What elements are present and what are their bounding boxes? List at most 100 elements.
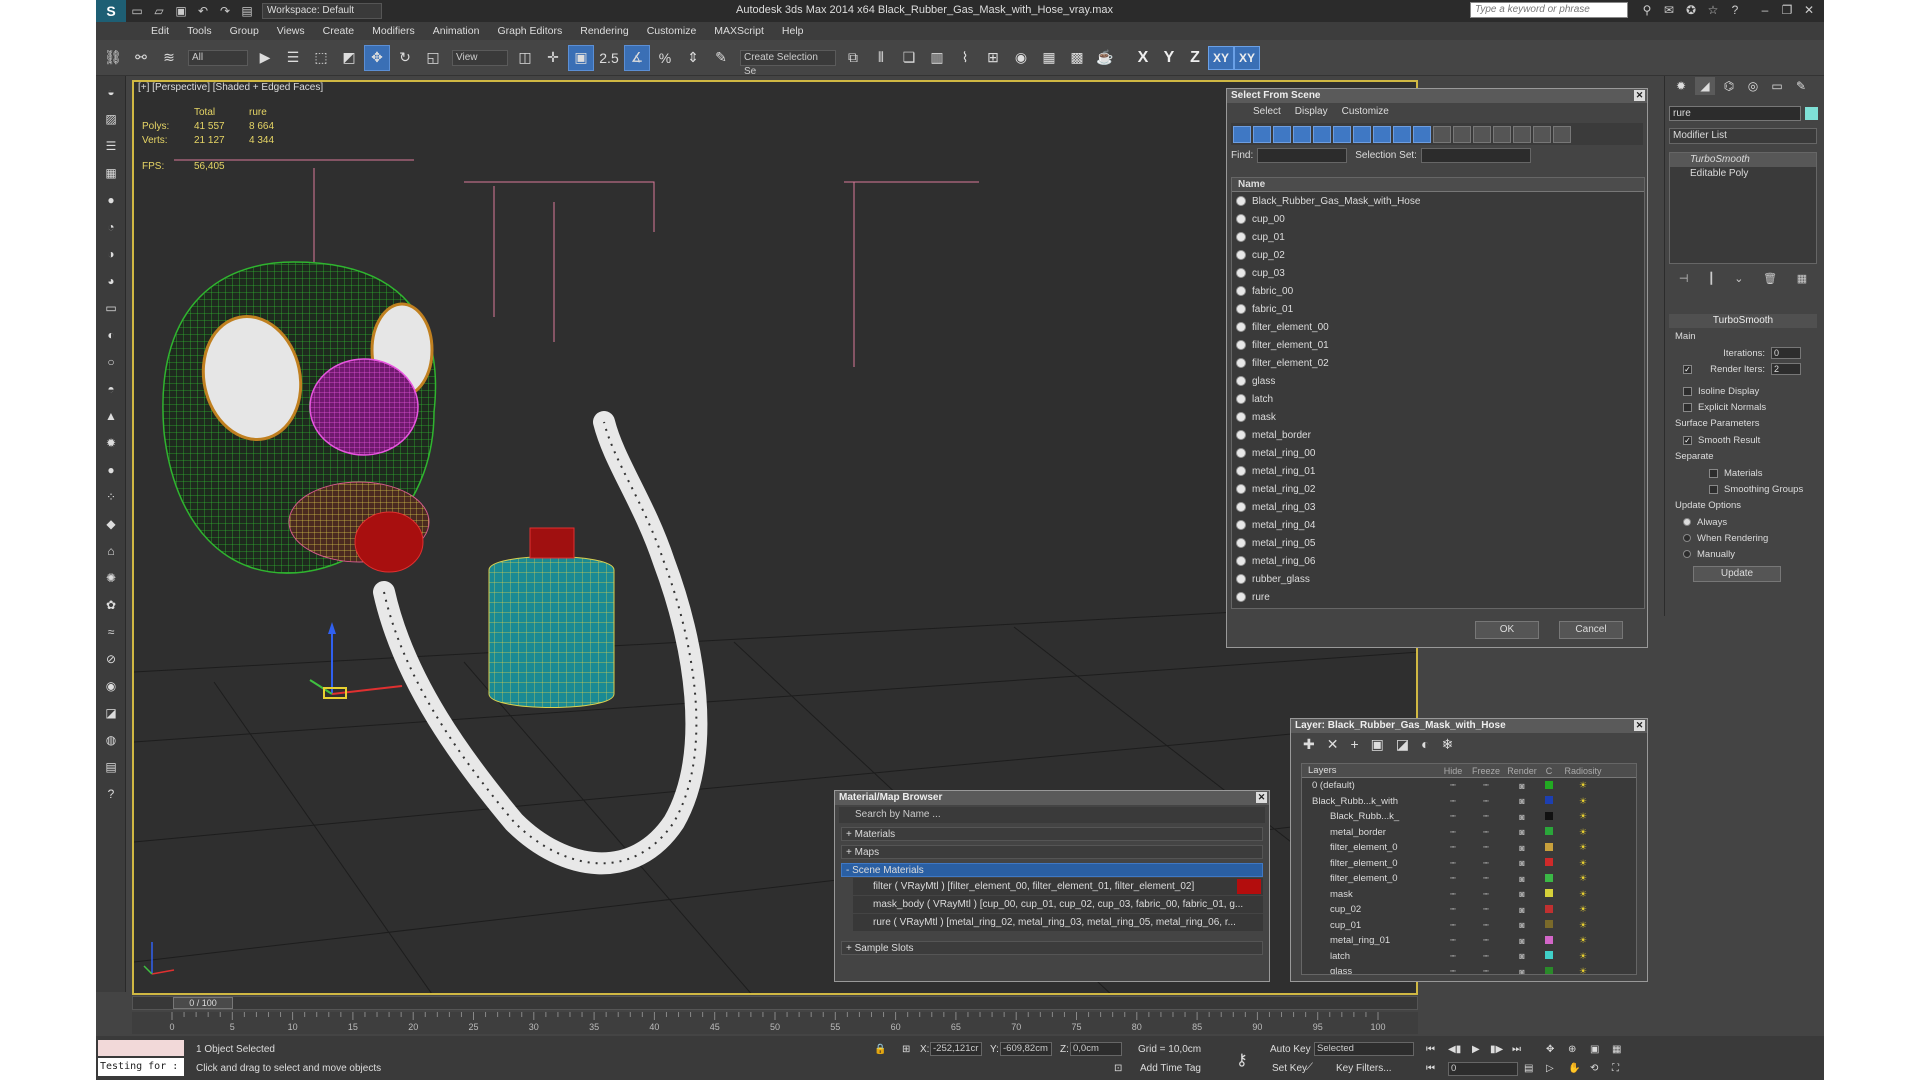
graphite-ribbon-icon[interactable]: ▥: [924, 45, 950, 71]
update-button[interactable]: Update: [1693, 566, 1781, 582]
display-hidden-icon[interactable]: [1453, 125, 1471, 143]
freeze-toggle[interactable]: ┉: [1468, 780, 1504, 791]
undo-icon[interactable]: ↶: [192, 1, 214, 21]
subscription-icon[interactable]: ✉: [1658, 0, 1680, 20]
layer-row[interactable]: mask ┉ ┉ ◙ ☀: [1302, 887, 1636, 903]
zoom-extents-icon[interactable]: ▣: [1590, 1044, 1599, 1055]
remove-modifier-icon[interactable]: 🗑: [1763, 272, 1777, 288]
explicit-normals-checkbox[interactable]: [1683, 402, 1692, 412]
render-toggle[interactable]: ◙: [1504, 796, 1540, 806]
radiosity-icon[interactable]: ☀: [1558, 966, 1608, 974]
time-config-icon[interactable]: ▤: [1524, 1063, 1533, 1074]
cloth-icon[interactable]: ⊘: [100, 648, 122, 670]
sfs-menu-customize[interactable]: Customize: [1342, 106, 1403, 117]
col-layers[interactable]: Layers: [1302, 764, 1438, 777]
layer-color-cell[interactable]: [1540, 796, 1558, 806]
layer-row[interactable]: Black_Rubb...k_ ┉ ┉ ◙ ☀: [1302, 809, 1636, 825]
create-tab-icon[interactable]: ✹: [1671, 77, 1691, 95]
render-toggle[interactable]: ◙: [1504, 951, 1540, 961]
go-to-start-icon[interactable]: ⏮: [1426, 1044, 1435, 1055]
snaps-toggle-icon[interactable]: 2.5: [596, 45, 622, 71]
render-toggle[interactable]: ◙: [1504, 967, 1540, 974]
absolute-mode-icon[interactable]: ⊞: [902, 1044, 910, 1055]
freeze-toggle[interactable]: ┉: [1468, 827, 1504, 838]
sfs-menu-select[interactable]: Select: [1227, 106, 1295, 117]
key-icon[interactable]: ⚷: [1236, 1050, 1248, 1070]
menu-modifiers[interactable]: Modifiers: [363, 25, 424, 37]
display-geometry-icon[interactable]: [1233, 125, 1251, 143]
ok-button[interactable]: OK: [1475, 621, 1539, 639]
layer-name[interactable]: latch: [1302, 951, 1438, 962]
particles-icon[interactable]: ⁘: [100, 486, 122, 508]
menu-tools[interactable]: Tools: [178, 25, 221, 37]
layer-name[interactable]: metal_border: [1302, 827, 1438, 838]
col-freeze[interactable]: Freeze: [1468, 764, 1504, 777]
teapot-primitive-icon[interactable]: ◓: [100, 378, 122, 400]
pan-icon[interactable]: ✋: [1568, 1063, 1580, 1074]
layer-row[interactable]: filter_element_0 ┉ ┉ ◙ ☀: [1302, 840, 1636, 856]
list-icon[interactable]: ☰: [100, 135, 122, 157]
zoom-icon[interactable]: ✥: [1546, 1044, 1554, 1055]
geosphere-icon[interactable]: ○: [100, 351, 122, 373]
default-in-out-icon[interactable]: ⟋: [1306, 1062, 1313, 1073]
scene-object-row[interactable]: filter_element_01: [1232, 336, 1644, 354]
asset-icon[interactable]: ▤: [100, 756, 122, 778]
display-bones-icon[interactable]: [1393, 125, 1411, 143]
layer-color-cell[interactable]: [1540, 842, 1558, 853]
scene-object-row[interactable]: fabric_01: [1232, 300, 1644, 318]
layer-row[interactable]: Black_Rubb...k_with ┉ ┉ ◙ ☀: [1302, 794, 1636, 810]
rendered-frame-icon[interactable]: ▩: [1064, 45, 1090, 71]
hide-toggle[interactable]: ┉: [1438, 780, 1468, 791]
display-cameras-icon[interactable]: [1293, 125, 1311, 143]
layer-row[interactable]: metal_ring_01 ┉ ┉ ◙ ☀: [1302, 933, 1636, 949]
link-icon[interactable]: ⛓: [100, 45, 126, 71]
hide-toggle[interactable]: ┉: [1438, 904, 1468, 915]
close-icon[interactable]: ✕: [1634, 90, 1645, 101]
select-in-layer-icon[interactable]: ▣: [1371, 736, 1384, 753]
utilities-tab-icon[interactable]: ✎: [1791, 77, 1811, 95]
layer-name[interactable]: filter_element_0: [1302, 873, 1438, 884]
radiosity-icon[interactable]: ☀: [1558, 811, 1608, 822]
layer-row[interactable]: glass ┉ ┉ ◙ ☀: [1302, 964, 1636, 974]
current-frame-field[interactable]: 0: [1448, 1062, 1518, 1076]
close-icon[interactable]: ✕: [1256, 792, 1267, 803]
create-layer-icon[interactable]: ✚: [1303, 736, 1315, 753]
maxscript-listener[interactable]: [98, 1040, 184, 1056]
scene-object-row[interactable]: cup_00: [1232, 210, 1644, 228]
menu-animation[interactable]: Animation: [424, 25, 489, 37]
col-color[interactable]: C: [1540, 764, 1558, 777]
ball-icon[interactable]: ◉: [100, 675, 122, 697]
freeze-toggle[interactable]: ┉: [1468, 858, 1504, 869]
scene-object-row[interactable]: metal_ring_02: [1232, 480, 1644, 498]
sphere-icon[interactable]: ◐: [100, 324, 122, 346]
constrain-x-button[interactable]: X: [1130, 46, 1156, 70]
render-icon[interactable]: ◕: [100, 270, 122, 292]
radiosity-icon[interactable]: ☀: [1558, 858, 1608, 869]
radiosity-icon[interactable]: ☀: [1558, 873, 1608, 884]
constrain-xy-cycle-button[interactable]: XY: [1234, 45, 1260, 70]
display-lights-icon[interactable]: [1273, 125, 1291, 143]
filter-icon[interactable]: [1533, 125, 1551, 143]
save-icon[interactable]: ▣: [170, 1, 192, 21]
menu-rendering[interactable]: Rendering: [571, 25, 637, 37]
scene-object-row[interactable]: glass: [1232, 372, 1644, 390]
render-iters-spinner[interactable]: 2: [1771, 363, 1801, 375]
render-toggle[interactable]: ◙: [1504, 812, 1540, 822]
align-icon[interactable]: ⫴: [868, 45, 894, 71]
radiosity-icon[interactable]: ☀: [1558, 904, 1608, 915]
binoculars-icon[interactable]: ⚲: [1636, 0, 1658, 20]
display-xrefs-icon[interactable]: [1373, 125, 1391, 143]
keyboard-shortcut-toggle-icon[interactable]: ▣: [568, 44, 594, 71]
select-object-icon[interactable]: ▶: [252, 45, 278, 71]
layer-name[interactable]: metal_ring_01: [1302, 935, 1438, 946]
globe-icon[interactable]: ◍: [100, 729, 122, 751]
material-item[interactable]: rure ( VRayMtl ) [metal_ring_02, metal_r…: [853, 914, 1263, 931]
spacewarp-icon[interactable]: ⌂: [100, 540, 122, 562]
percent-snap-icon[interactable]: %: [652, 45, 678, 71]
render-toggle[interactable]: ◙: [1504, 874, 1540, 884]
zoom-all-icon[interactable]: ⊕: [1568, 1044, 1576, 1055]
viewport-label[interactable]: [+] [Perspective] [Shaded + Edged Faces]: [138, 82, 323, 93]
help-icon[interactable]: ?: [1724, 0, 1746, 20]
layer-row[interactable]: metal_border ┉ ┉ ◙ ☀: [1302, 825, 1636, 841]
box-icon[interactable]: ▭: [100, 297, 122, 319]
